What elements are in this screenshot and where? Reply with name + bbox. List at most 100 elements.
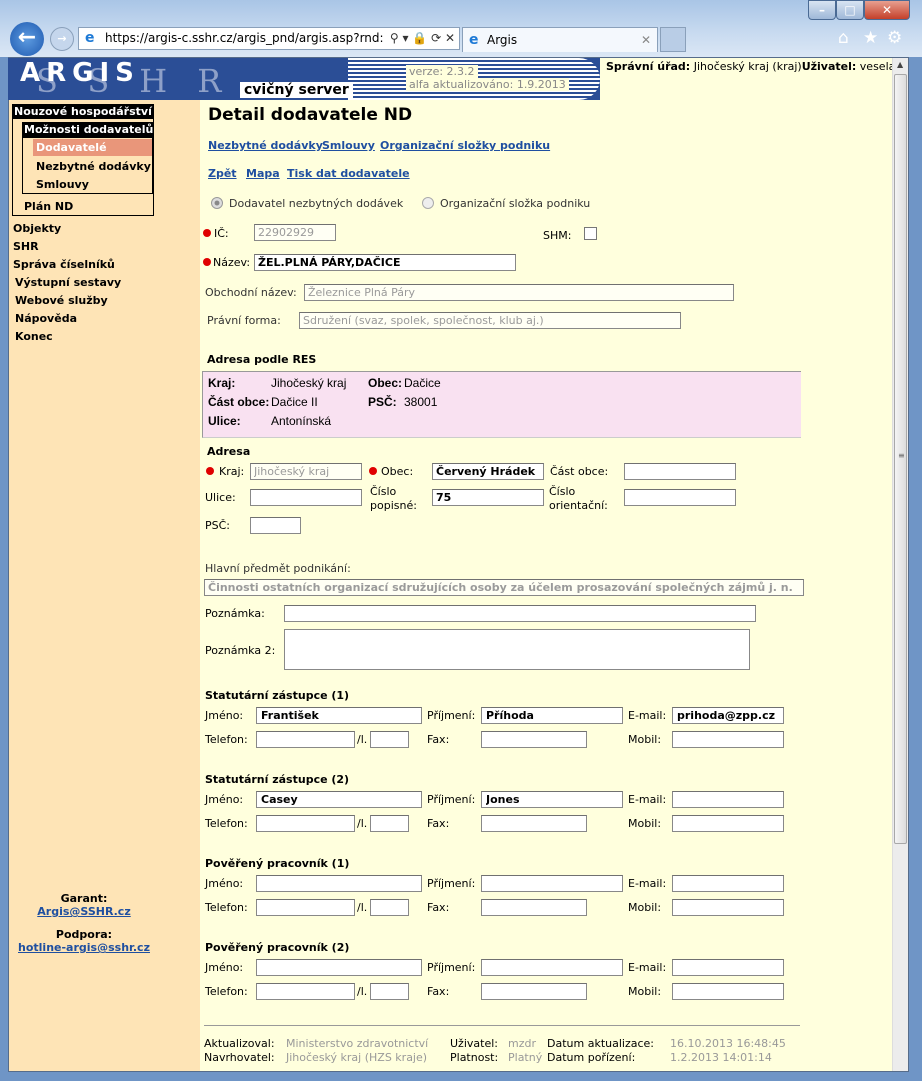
version: verze: 2.3.2 (406, 65, 478, 78)
legal-form-input[interactable] (299, 312, 681, 329)
updated-date: alfa aktualizováno: 1.9.2013 (406, 78, 569, 91)
last-name-input[interactable] (481, 959, 623, 976)
last-name-input[interactable]: Příhoda (481, 707, 623, 724)
trade-name-input[interactable] (304, 284, 734, 301)
psc-input[interactable] (250, 517, 301, 534)
legal-form-label: Právní forma: (207, 314, 281, 327)
mobile-input[interactable] (672, 731, 784, 748)
new-tab-button[interactable] (660, 27, 686, 52)
last-name-input[interactable]: Jones (481, 791, 623, 808)
link-nezbytne-dodavky[interactable]: Nezbytné dodávky (208, 139, 323, 152)
email-input[interactable] (672, 791, 784, 808)
first-name-input[interactable] (256, 875, 422, 892)
link-organizacni-slozky[interactable]: Organizační složky podniku (380, 139, 550, 152)
menu-webove-sluzby[interactable]: Webové služby (15, 294, 108, 307)
cislo-orientacni-label: Číslo orientační: (549, 485, 608, 513)
link-tisk-dat[interactable]: Tisk dat dodavatele (287, 167, 410, 180)
validity-value: Platný (508, 1051, 543, 1064)
menu-plan-nd[interactable]: Plán ND (24, 200, 73, 213)
link-smlouvy[interactable]: Smlouvy (322, 139, 375, 152)
contact-heading: Statutární zástupce (1) (205, 689, 350, 702)
ulice-input[interactable] (250, 489, 362, 506)
minimize-button[interactable]: – (808, 0, 836, 20)
extension-input[interactable] (370, 983, 409, 1000)
mobile-input[interactable] (672, 983, 784, 1000)
email-input[interactable]: prihoda@zpp.cz (672, 707, 784, 724)
gear-icon[interactable]: ⚙ (887, 28, 902, 48)
cislo-popisne-input[interactable] (432, 489, 544, 506)
mobile-label: Mobil: (628, 817, 662, 830)
home-icon[interactable]: ⌂ (838, 28, 849, 48)
note-input[interactable] (284, 605, 756, 622)
last-name-input[interactable] (481, 875, 623, 892)
garant-email-link[interactable]: Argis@SSHR.cz (9, 905, 159, 918)
email-input[interactable] (672, 875, 784, 892)
updated-by-label: Aktualizoval: (204, 1037, 275, 1050)
footer-divider (204, 1025, 800, 1026)
date-acquired-label: Datum pořízení: (547, 1051, 636, 1064)
menu-smlouvy[interactable]: Smlouvy (36, 178, 89, 191)
menu-nezbytne-dodavky[interactable]: Nezbytné dodávky (36, 160, 151, 173)
address-bar[interactable]: e https://argis-c.sshr.cz/argis_pnd/argis… (78, 27, 460, 50)
menu-objekty[interactable]: Objekty (13, 222, 61, 235)
scrollbar-thumb[interactable]: ≡ (894, 74, 907, 844)
fax-input[interactable] (481, 899, 587, 916)
support-email-link[interactable]: hotline-argis@sshr.cz (9, 941, 159, 954)
tab-argis[interactable]: e Argis ✕ (462, 27, 658, 52)
radio-dodavatel[interactable] (211, 197, 223, 209)
activity-input[interactable] (204, 579, 804, 596)
phone-input[interactable] (256, 815, 355, 832)
phone-input[interactable] (256, 731, 355, 748)
menu-dodavatele[interactable]: Dodavatelé (33, 139, 152, 156)
res-address-box: Kraj: Jihočeský kraj Obec: Dačice Část o… (202, 371, 801, 438)
contact-heading: Pověřený pracovník (1) (205, 857, 350, 870)
menu-konec[interactable]: Konec (15, 330, 53, 343)
fax-input[interactable] (481, 731, 587, 748)
first-name-input[interactable] (256, 959, 422, 976)
first-name-input[interactable]: Casey (256, 791, 422, 808)
vertical-scrollbar[interactable]: ▲ ≡ (892, 58, 908, 1071)
page-title: Detail dodavatele ND (208, 105, 413, 125)
maximize-button[interactable]: □ (836, 0, 864, 20)
fax-input[interactable] (481, 815, 587, 832)
kraj-input[interactable] (250, 463, 362, 480)
mobile-input[interactable] (672, 815, 784, 832)
phone-input[interactable] (256, 899, 355, 916)
mobile-input[interactable] (672, 899, 784, 916)
extension-input[interactable] (370, 899, 409, 916)
shm-checkbox[interactable] (584, 227, 597, 240)
email-input[interactable] (672, 959, 784, 976)
favorites-star-icon[interactable]: ★ (863, 28, 878, 48)
menu-moznosti-dodavatelu[interactable]: Možnosti dodavatelů (23, 123, 153, 138)
menu-vystupni-sestavy[interactable]: Výstupní sestavy (15, 276, 121, 289)
back-button[interactable]: ← (10, 22, 44, 56)
name-input[interactable] (254, 254, 516, 271)
activity-label: Hlavní předmět podnikání: (205, 562, 351, 575)
forward-button[interactable]: → (50, 27, 74, 51)
menu-shr[interactable]: SHR (13, 240, 39, 253)
phone-input[interactable] (256, 983, 355, 1000)
scroll-up-arrow-icon[interactable]: ▲ (897, 60, 903, 69)
cast-obce-input[interactable] (624, 463, 736, 480)
radio-organizacni-slozka[interactable] (422, 197, 434, 209)
link-zpet[interactable]: Zpět (208, 167, 237, 180)
footer-user-value: mzdr (508, 1037, 536, 1050)
fax-input[interactable] (481, 983, 587, 1000)
extension-input[interactable] (370, 815, 409, 832)
menu-napoveda[interactable]: Nápověda (15, 312, 77, 325)
address-bar-icons[interactable]: ⚲ ▾ 🔒 ⟳ ✕ (385, 28, 455, 49)
cislo-orientacni-label-line1: Číslo (549, 485, 576, 498)
link-mapa[interactable]: Mapa (246, 167, 280, 180)
close-tab-icon[interactable]: ✕ (641, 28, 651, 52)
cislo-orientacni-input[interactable] (624, 489, 736, 506)
menu-sprava-ciselniku[interactable]: Správa číselníků (13, 258, 115, 271)
ic-input[interactable] (254, 224, 336, 241)
user-info: Správní úřad: Jihočeský kraj (kraj)Uživa… (606, 60, 895, 73)
sidebar: Nouzové hospodářství Možnosti dodavatelů… (9, 100, 200, 1071)
first-name-input[interactable]: František (256, 707, 422, 724)
note2-textarea[interactable] (284, 629, 750, 670)
close-window-button[interactable]: ✕ (864, 0, 910, 20)
menu-nouzove-hospodarstvi[interactable]: Nouzové hospodářství (13, 105, 153, 119)
extension-input[interactable] (370, 731, 409, 748)
obec-input[interactable] (432, 463, 544, 480)
